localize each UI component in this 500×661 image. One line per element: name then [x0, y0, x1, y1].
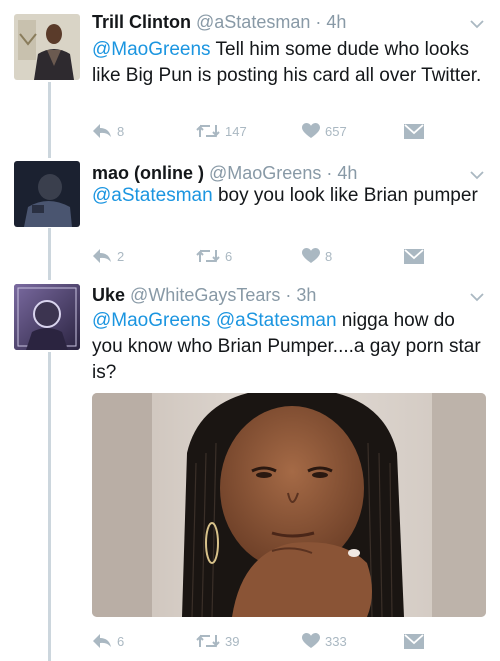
like-button[interactable]: 657 — [302, 121, 347, 141]
tweet-3-actions: 6 39 333 — [92, 631, 432, 651]
tweet-3-text: @MaoGreens @aStatesman nigga how do you … — [92, 308, 486, 386]
mention-link-2[interactable]: @aStatesman — [216, 310, 337, 331]
tweet-1-actions: 8 147 657 — [92, 121, 432, 141]
reply-button[interactable]: 8 — [92, 121, 124, 141]
direct-message-button[interactable] — [404, 631, 424, 651]
tweet-3-header: Uke @WhiteGaysTears · 3h — [92, 284, 316, 306]
reply-count: 6 — [117, 633, 125, 649]
heart-icon — [302, 633, 320, 649]
chevron-down-icon[interactable] — [470, 289, 484, 307]
tweet-2-actions: 2 6 8 — [92, 246, 432, 266]
like-button[interactable]: 8 — [302, 246, 332, 266]
timestamp[interactable]: · 4h — [315, 12, 346, 32]
reply-icon — [92, 248, 112, 264]
chevron-down-icon[interactable] — [470, 16, 484, 34]
like-count: 333 — [325, 633, 347, 649]
avatar-mao[interactable] — [14, 161, 80, 227]
retweet-count: 147 — [225, 123, 247, 139]
retweet-button[interactable]: 39 — [196, 631, 239, 651]
heart-icon — [302, 248, 320, 264]
display-name[interactable]: Trill Clinton — [92, 12, 191, 32]
display-name[interactable]: Uke — [92, 285, 125, 305]
retweet-icon — [196, 123, 220, 139]
envelope-icon — [404, 633, 424, 649]
retweet-button[interactable]: 6 — [196, 246, 232, 266]
avatar-trill-clinton[interactable] — [14, 14, 80, 80]
retweet-icon — [196, 248, 220, 264]
handle[interactable]: @WhiteGaysTears — [130, 285, 280, 305]
reply-button[interactable]: 6 — [92, 631, 124, 651]
retweet-icon — [196, 633, 220, 649]
tweet-2-text: @aStatesman boy you look like Brian pump… — [92, 183, 486, 209]
mention-link[interactable]: @aStatesman — [92, 185, 213, 206]
tweet-1-header: Trill Clinton @aStatesman · 4h — [92, 11, 346, 33]
avatar-uke[interactable] — [14, 284, 80, 350]
tweet-2[interactable]: mao (online ) @MaoGreens · 4h @aStatesma… — [0, 150, 500, 278]
tweet-text: boy you look like Brian pumper — [212, 185, 478, 206]
handle[interactable]: @aStatesman — [196, 12, 310, 32]
direct-message-button[interactable] — [404, 246, 424, 266]
like-button[interactable]: 333 — [302, 631, 347, 651]
retweet-count: 39 — [225, 633, 240, 649]
retweet-button[interactable]: 147 — [196, 121, 247, 141]
reply-icon — [92, 123, 112, 139]
timestamp[interactable]: · 4h — [326, 163, 357, 183]
tweet-1[interactable]: Trill Clinton @aStatesman · 4h @MaoGreen… — [0, 0, 500, 150]
mention-link[interactable]: @MaoGreens — [92, 39, 211, 60]
envelope-icon — [404, 123, 424, 139]
direct-message-button[interactable] — [404, 121, 424, 141]
tweet-1-text: @MaoGreens Tell him some dude who looks … — [92, 37, 486, 89]
reply-count: 2 — [117, 248, 125, 264]
mention-link[interactable]: @MaoGreens — [92, 310, 211, 331]
handle[interactable]: @MaoGreens — [209, 163, 321, 183]
reply-button[interactable]: 2 — [92, 246, 124, 266]
display-name[interactable]: mao (online ) — [92, 163, 204, 183]
tweet-media-image[interactable] — [92, 393, 486, 617]
timestamp[interactable]: · 3h — [285, 285, 316, 305]
reply-icon — [92, 633, 112, 649]
retweet-count: 6 — [225, 248, 233, 264]
reply-count: 8 — [117, 123, 125, 139]
envelope-icon — [404, 248, 424, 264]
heart-icon — [302, 123, 320, 139]
like-count: 8 — [325, 248, 333, 264]
like-count: 657 — [325, 123, 347, 139]
tweet-2-header: mao (online ) @MaoGreens · 4h — [92, 162, 357, 184]
